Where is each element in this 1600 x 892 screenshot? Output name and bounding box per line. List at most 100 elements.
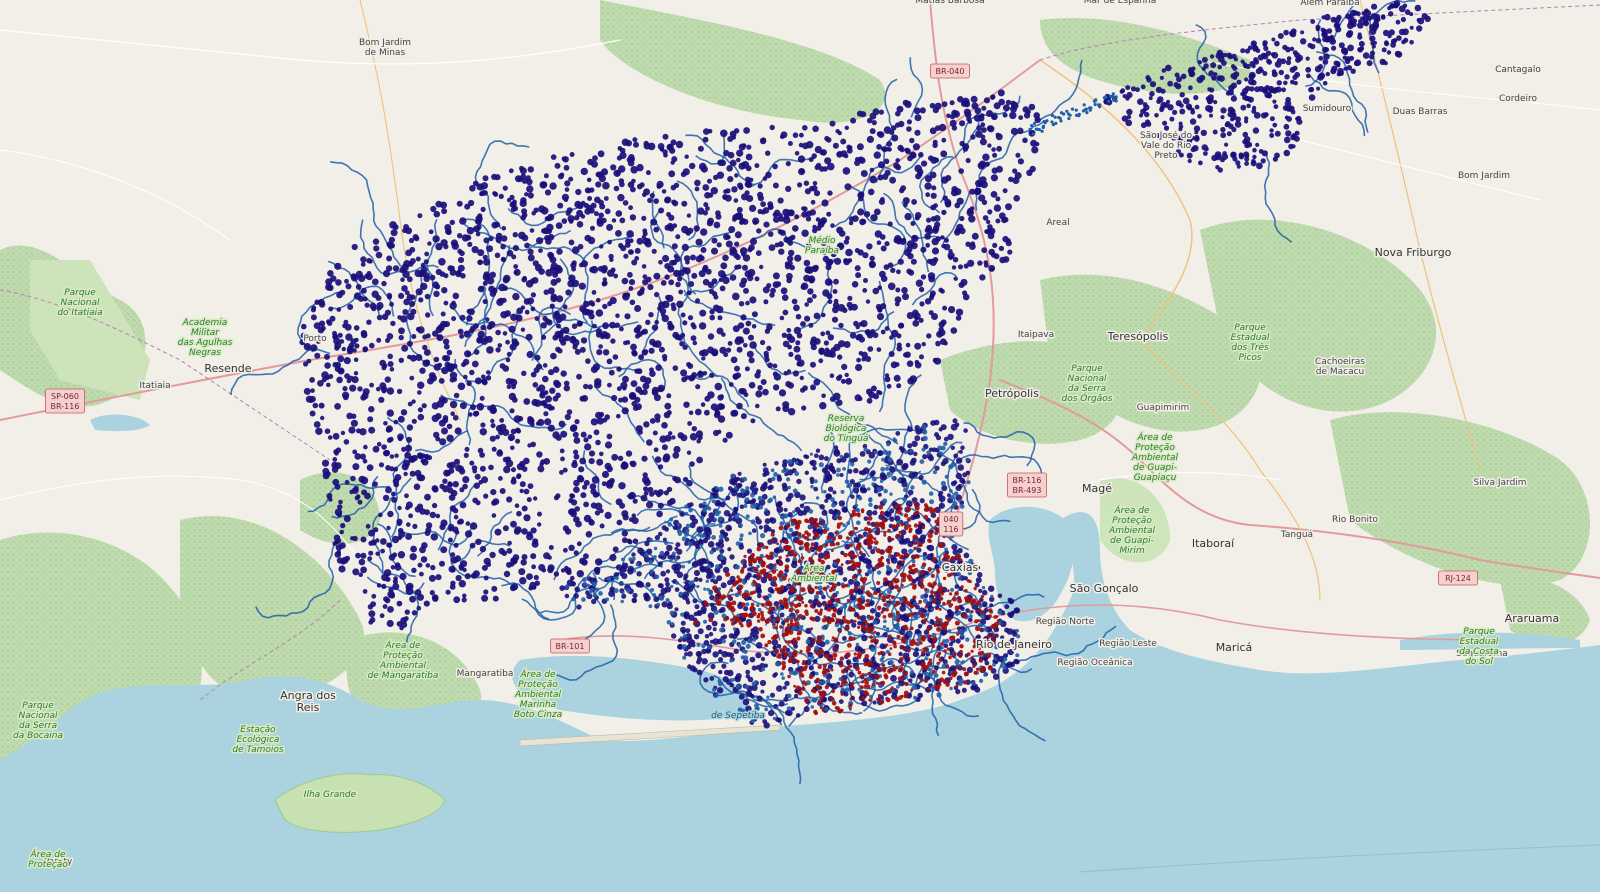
- data-point: [753, 503, 758, 508]
- data-point: [920, 594, 925, 599]
- data-point: [742, 698, 750, 706]
- data-point: [1230, 73, 1237, 79]
- data-point: [891, 476, 895, 480]
- data-point: [1281, 87, 1286, 93]
- data-point: [636, 580, 643, 586]
- data-point: [350, 273, 357, 280]
- data-point: [569, 508, 576, 515]
- data-point: [804, 302, 809, 307]
- data-point: [495, 347, 501, 353]
- data-point: [905, 148, 911, 155]
- data-point: [962, 290, 968, 296]
- data-point: [942, 458, 949, 465]
- data-point: [335, 544, 343, 551]
- data-point: [833, 603, 839, 608]
- data-point: [629, 460, 635, 466]
- data-point: [612, 354, 619, 360]
- data-point: [544, 189, 552, 196]
- data-point: [695, 298, 700, 304]
- data-point: [867, 459, 872, 464]
- data-point: [823, 340, 830, 346]
- data-point: [583, 514, 592, 523]
- data-point: [787, 534, 793, 540]
- data-point: [625, 140, 632, 147]
- data-point: [475, 218, 482, 226]
- data-point: [648, 347, 655, 354]
- data-point: [841, 363, 848, 370]
- data-point: [965, 637, 970, 642]
- data-point: [877, 161, 885, 169]
- data-point: [1331, 45, 1337, 51]
- data-point: [860, 469, 867, 476]
- data-point: [497, 343, 503, 348]
- data-point: [707, 541, 715, 548]
- data-point: [433, 363, 441, 371]
- data-point: [580, 167, 588, 176]
- data-point: [621, 591, 625, 595]
- data-point: [626, 588, 631, 593]
- data-point: [702, 136, 709, 143]
- data-point: [675, 542, 681, 548]
- data-point: [490, 418, 495, 424]
- data-point: [615, 230, 622, 237]
- data-point: [573, 486, 580, 494]
- data-point: [654, 319, 659, 325]
- data-point: [502, 525, 509, 532]
- data-point: [500, 244, 506, 250]
- data-point: [785, 161, 791, 167]
- data-point: [435, 326, 443, 334]
- data-point: [662, 357, 668, 362]
- data-point: [598, 591, 603, 596]
- data-point: [738, 301, 745, 307]
- data-point: [743, 504, 748, 508]
- data-point: [922, 556, 927, 561]
- data-point: [653, 555, 657, 559]
- data-point: [880, 303, 887, 310]
- data-point: [1274, 130, 1281, 137]
- map-view[interactable]: BR-040 SP-060 BR-116 BR-116 BR-493 BR-101 RJ-1…: [0, 0, 1600, 892]
- data-point: [811, 153, 817, 159]
- data-point: [989, 603, 994, 608]
- data-point: [794, 693, 799, 699]
- data-point: [664, 577, 670, 583]
- map-canvas[interactable]: BR-040SP-060BR-116BR-116BR-493BR-101RJ-1…: [0, 0, 1600, 892]
- data-point: [927, 544, 935, 552]
- data-point: [765, 171, 772, 179]
- data-point: [352, 535, 358, 542]
- data-point: [502, 276, 510, 284]
- data-point: [990, 252, 997, 258]
- data-point: [464, 446, 470, 452]
- data-point: [540, 207, 549, 215]
- data-point: [683, 401, 690, 408]
- data-point: [896, 458, 904, 466]
- data-point: [342, 391, 350, 399]
- data-point: [1321, 15, 1326, 20]
- data-point: [621, 277, 629, 285]
- data-point: [995, 218, 1001, 224]
- data-point: [409, 553, 417, 561]
- data-point: [363, 444, 368, 450]
- data-point: [442, 415, 449, 421]
- data-point: [491, 500, 497, 506]
- data-point: [566, 569, 572, 576]
- data-point: [997, 89, 1005, 97]
- data-point: [740, 277, 748, 284]
- data-point: [378, 512, 383, 518]
- data-point: [911, 440, 918, 447]
- data-point: [526, 497, 532, 503]
- data-point: [391, 496, 398, 503]
- data-point: [375, 538, 380, 543]
- data-point: [373, 527, 379, 533]
- data-point: [893, 237, 900, 244]
- data-point: [763, 221, 770, 228]
- data-point: [508, 436, 514, 442]
- data-point: [857, 496, 863, 501]
- data-point: [814, 594, 819, 600]
- data-point: [488, 236, 494, 242]
- data-point: [537, 522, 542, 527]
- data-point: [866, 135, 875, 143]
- data-point: [590, 418, 598, 426]
- data-point: [530, 553, 537, 560]
- data-point: [463, 330, 471, 338]
- data-point: [590, 365, 599, 374]
